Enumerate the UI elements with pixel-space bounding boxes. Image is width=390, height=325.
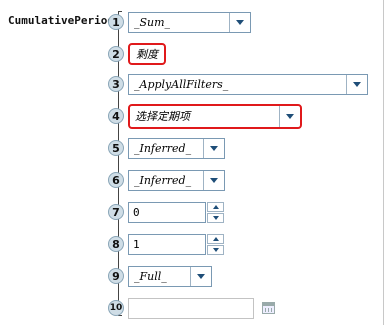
spin-up-icon (212, 236, 219, 241)
combo-dropdown-button[interactable] (279, 105, 300, 127)
param-5-combo[interactable]: _Inferred_ (128, 137, 225, 159)
chevron-down-icon (353, 81, 361, 87)
param-index-badge: 10 (108, 300, 124, 316)
param-row-2: 2 剩度 (108, 42, 166, 66)
spin-up-icon (212, 204, 219, 209)
param-index-badge: 6 (108, 172, 124, 188)
param-row-9: 9 _Full_ (108, 264, 212, 288)
combo-value: _ApplyAllFilters_ (134, 77, 229, 91)
param-row-5: 5 _Inferred_ (108, 136, 225, 160)
calendar-icon[interactable] (262, 302, 275, 314)
param-index-badge: 4 (108, 108, 124, 124)
spinner-input[interactable]: 1 (128, 233, 206, 255)
param-index-badge: 3 (108, 76, 124, 92)
spin-down-button[interactable] (207, 212, 224, 223)
param-index-badge: 8 (108, 236, 124, 252)
param-row-4: 4 选择定期项 (108, 103, 302, 129)
param-row-7: 7 0 (108, 200, 224, 224)
param-4-combo[interactable]: 选择定期项 (128, 103, 302, 129)
param-index-badge: 9 (108, 268, 124, 284)
param-row-3: 3 _ApplyAllFilters_ (108, 72, 368, 96)
param-3-combo[interactable]: _ApplyAllFilters_ (128, 73, 368, 95)
combo-value: 选择定期项 (135, 110, 190, 123)
chevron-down-icon (286, 113, 294, 119)
param-7-spinner: 0 (128, 201, 224, 223)
param-index-badge: 5 (108, 140, 124, 156)
combo-value: _Sum_ (134, 15, 171, 29)
param-index-badge: 2 (108, 46, 124, 62)
spin-down-icon (212, 247, 219, 252)
param-8-spinner: 1 (128, 233, 224, 255)
combo-dropdown-button[interactable] (229, 12, 250, 32)
spin-up-button[interactable] (207, 233, 224, 244)
spinner-input[interactable]: 0 (128, 201, 206, 223)
combo-dropdown-button[interactable] (190, 266, 211, 286)
chevron-down-icon (210, 145, 218, 151)
combo-value: _Inferred_ (134, 173, 192, 187)
param-10-date-input[interactable] (128, 297, 254, 319)
combo-value: _Inferred_ (134, 141, 192, 155)
combo-dropdown-button[interactable] (203, 170, 224, 190)
param-row-8: 8 1 (108, 232, 224, 256)
spin-up-button[interactable] (207, 201, 224, 212)
spin-down-button[interactable] (207, 244, 224, 255)
param-9-combo[interactable]: _Full_ (128, 265, 212, 287)
function-name: CumulativePeriod (8, 14, 114, 27)
param-row-6: 6 _Inferred_ (108, 168, 225, 192)
param-row-1: 1 _Sum_ (108, 10, 251, 34)
combo-dropdown-button[interactable] (203, 138, 224, 158)
combo-dropdown-button[interactable] (346, 74, 367, 94)
param-index-badge: 1 (108, 14, 124, 30)
chevron-down-icon (197, 273, 205, 279)
chevron-down-icon (236, 19, 244, 25)
param-2-text[interactable]: 剩度 (128, 43, 166, 65)
combo-value: _Full_ (134, 269, 167, 283)
param-6-combo[interactable]: _Inferred_ (128, 169, 225, 191)
param-index-badge: 7 (108, 204, 124, 220)
param-row-10: 10 (108, 296, 275, 320)
chevron-down-icon (210, 177, 218, 183)
panel-divider (383, 0, 384, 325)
param-1-combo[interactable]: _Sum_ (128, 11, 251, 33)
spin-down-icon (212, 215, 219, 220)
